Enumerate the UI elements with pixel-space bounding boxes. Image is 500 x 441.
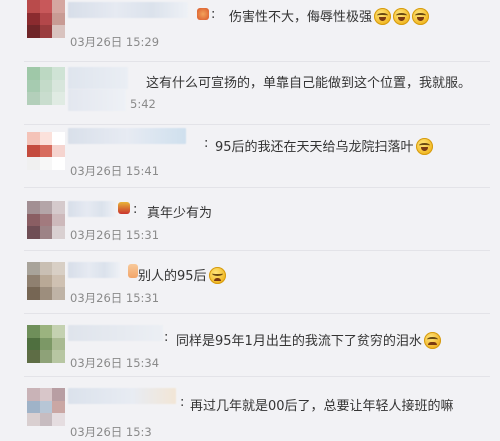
colon: : [211, 7, 216, 22]
laugh-cry-emoji [412, 8, 430, 25]
laugh-cry-emoji [415, 138, 433, 155]
avatar[interactable] [27, 262, 65, 300]
avatar[interactable] [27, 325, 65, 363]
sad-emoji [208, 267, 226, 284]
username[interactable] [68, 128, 186, 144]
comment-item: : 再过几年就是00后了，总要让年轻人接班的嘛 03月26日 15:3 [0, 376, 500, 441]
avatar[interactable] [27, 67, 65, 105]
avatar[interactable] [27, 201, 65, 239]
comment-item: : 伤害性不大，侮辱性极强 03月26日 15:29 [0, 0, 500, 63]
comment-time: 5:42 [130, 97, 156, 111]
username[interactable] [68, 67, 128, 89]
laugh-cry-emoji [393, 8, 411, 25]
username[interactable] [68, 201, 116, 217]
comment-item: : 95后的我还在天天给乌龙院扫落叶 03月26日 15:41 [0, 124, 500, 189]
username[interactable] [68, 388, 176, 404]
verified-badge-icon [118, 202, 130, 214]
comment-text: 伤害性不大，侮辱性极强 [229, 6, 430, 25]
comment-time: 03月26日 15:31 [70, 291, 160, 305]
username[interactable] [68, 325, 163, 341]
comment-text: 95后的我还在天天给乌龙院扫落叶 [215, 136, 433, 155]
vip-badge-icon [197, 8, 209, 20]
comment-time: 03月26日 15:34 [70, 356, 160, 370]
username-blur [68, 89, 126, 111]
comment-list: : 伤害性不大，侮辱性极强 03月26日 15:29 这有什么可宣扬的，单靠自己… [0, 0, 500, 440]
comment-item: : 同样是95年1月出生的我流下了贫穷的泪水 03月26日 15:34 [0, 313, 500, 378]
comment-item: 这有什么可宣扬的，单靠自己能做到这个位置，我就服。 5:42 [0, 61, 500, 126]
username[interactable] [68, 262, 120, 278]
colon: : [204, 136, 209, 151]
colon: : [133, 202, 138, 217]
avatar[interactable] [27, 388, 65, 426]
level-badge-icon [128, 264, 138, 278]
comment-text: 真年少有为 [147, 206, 213, 221]
crying-emoji [423, 332, 441, 349]
comment-text: 这有什么可宣扬的，单靠自己能做到这个位置，我就服。 [146, 76, 472, 91]
colon: : [180, 395, 185, 410]
username[interactable] [68, 2, 188, 18]
comment-text: 再过几年就是00后了，总要让年轻人接班的嘛 [190, 399, 454, 414]
avatar[interactable] [27, 0, 65, 38]
avatar[interactable] [27, 132, 65, 170]
comment-time: 03月26日 15:31 [70, 228, 160, 242]
laugh-cry-emoji [374, 8, 392, 25]
comment-time: 03月26日 15:41 [70, 164, 160, 178]
colon: : [164, 330, 169, 345]
comment-time: 03月26日 15:29 [70, 35, 160, 49]
comment-text: 别人的95后 [138, 265, 226, 284]
comment-item: : 真年少有为 03月26日 15:31 [0, 187, 500, 252]
comment-text: 同样是95年1月出生的我流下了贫穷的泪水 [176, 330, 441, 349]
comment-item: 别人的95后 03月26日 15:31 [0, 250, 500, 315]
comment-time: 03月26日 15:3 [70, 425, 152, 439]
